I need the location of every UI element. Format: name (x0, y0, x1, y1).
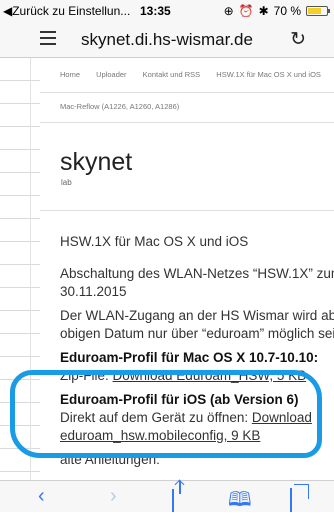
forward-icon[interactable]: › (110, 485, 117, 508)
alarm-icon: ⏰ (238, 4, 254, 18)
back-icon[interactable]: ‹ (38, 485, 45, 508)
back-to-settings-link[interactable]: ◀Zurück zu Einstellun... (3, 4, 130, 18)
nav-link-kontakt[interactable]: Kontakt und RSS (143, 70, 201, 79)
clock: 13:35 (140, 4, 171, 18)
battery-icon (306, 6, 330, 16)
safari-toolbar: ‹ › 🕮 (0, 480, 334, 512)
site-subtitle: lab (61, 178, 72, 187)
lock-rotation-icon: ⊕ (223, 4, 234, 18)
status-bar: ◀Zurück zu Einstellun... 13:35 ⊕ ⏰ ✱ 70 … (0, 0, 334, 22)
bluetooth-icon: ✱ (258, 4, 269, 18)
site-title[interactable]: skynet (60, 148, 132, 177)
info-text: Der WLAN-Zugang an der HS Wismar wird ab… (60, 308, 334, 323)
divider (40, 92, 334, 93)
nav-link-mac-reflow[interactable]: Mac-Reflow (A1226, A1260, A1286) (60, 102, 179, 111)
top-navigation: Home Uploader Kontakt und RSS HSW.1X für… (60, 70, 334, 79)
mac-profile-heading: Eduroam-Profil für Mac OS X 10.7-10.10: (60, 350, 319, 365)
divider (40, 210, 334, 211)
divider (40, 122, 334, 123)
tabs-button[interactable] (290, 485, 292, 512)
status-icons: ⊕ ⏰ ✱ 70 % (223, 4, 330, 18)
tabs-icon (290, 488, 292, 512)
share-button[interactable] (172, 485, 174, 512)
reload-icon[interactable]: ↻ (290, 28, 306, 51)
bookmarks-icon[interactable]: 🕮 (228, 485, 252, 519)
share-icon (172, 489, 174, 512)
nav-link-hsw1x[interactable]: HSW.1X für Mac OS X und iOS (216, 70, 321, 79)
nav-link-uploader[interactable]: Uploader (96, 70, 126, 79)
notice-date: 30.11.2015 (60, 284, 127, 299)
nav-link-home[interactable]: Home (60, 70, 80, 79)
battery-percent: 70 % (273, 4, 301, 18)
section-title: HSW.1X für Mac OS X und iOS (60, 234, 249, 249)
battery-fill (308, 8, 321, 14)
notice-text: Abschaltung des WLAN-Netzes “HSW.1X” zum (60, 266, 334, 281)
blue-highlight-annotation (10, 370, 322, 458)
url-domain[interactable]: skynet.di.hs-wismar.de (0, 30, 334, 50)
address-bar[interactable]: skynet.di.hs-wismar.de ↻ (0, 22, 334, 58)
info-text: obigen Datum nur über “eduroam” möglich … (60, 326, 334, 341)
